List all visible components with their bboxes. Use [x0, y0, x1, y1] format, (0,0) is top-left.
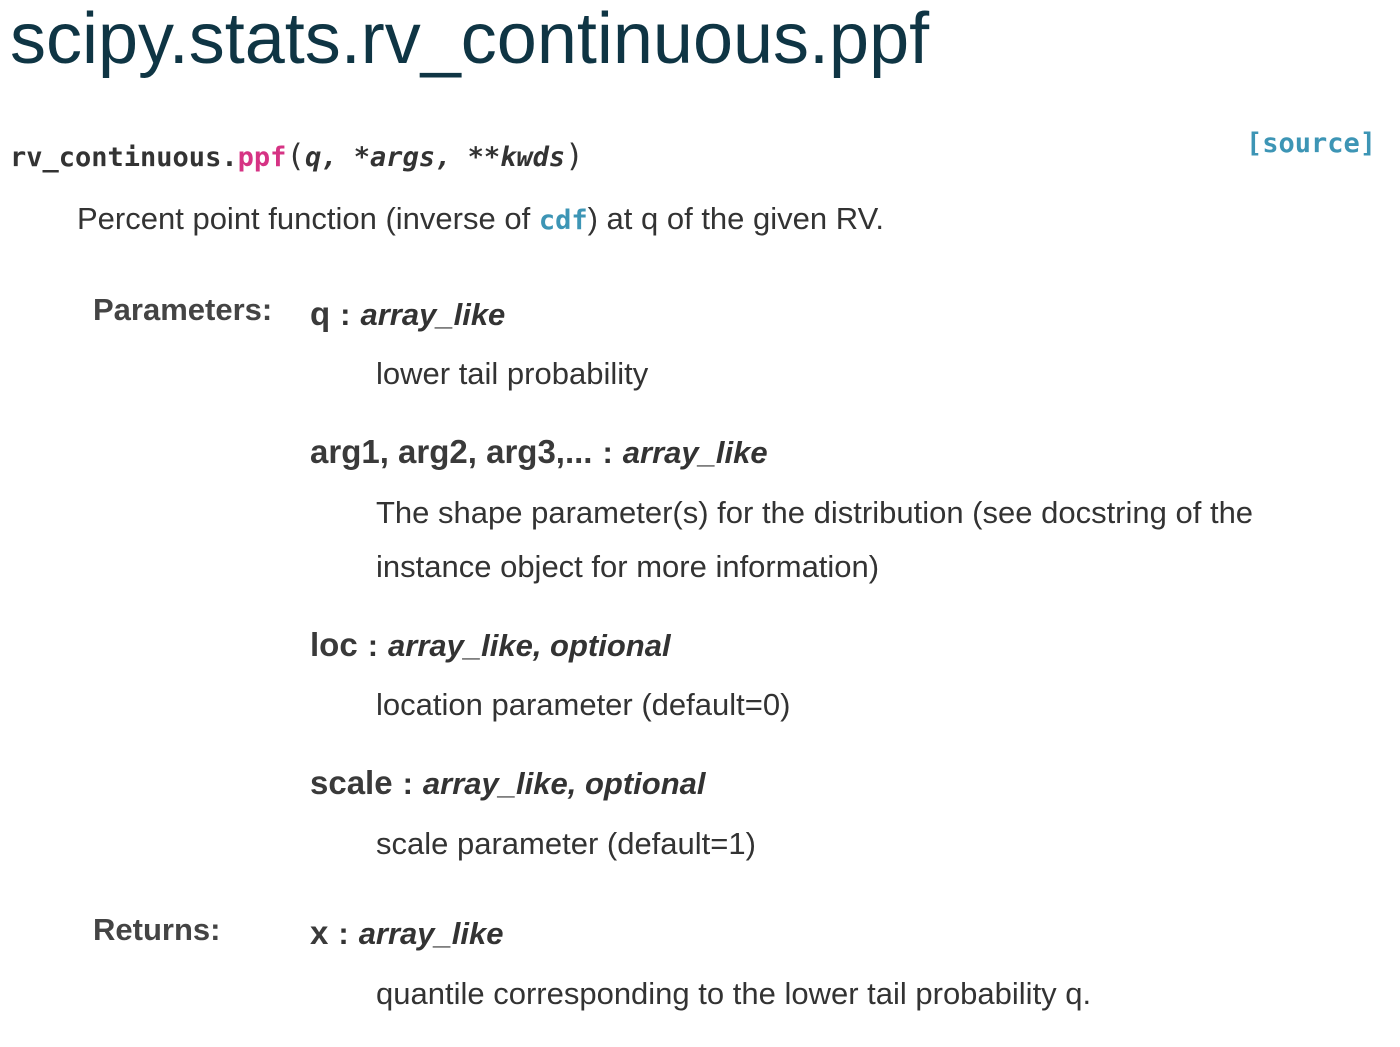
- function-signature: rv_continuous.ppf(q, *args, **kwds): [10, 134, 584, 178]
- summary-before: Percent point function (inverse of: [77, 201, 539, 236]
- return-x-header: x: array_like: [310, 913, 504, 954]
- param-separator: :: [367, 628, 379, 663]
- param-separator: :: [402, 766, 413, 801]
- param-q-description: lower tail probability: [376, 356, 649, 391]
- param-type: array_like: [360, 297, 506, 332]
- summary-after: ) at q of the given RV.: [587, 201, 885, 236]
- param-separator: :: [340, 297, 351, 332]
- return-separator: :: [338, 916, 349, 951]
- returns-label: Returns:: [93, 912, 221, 947]
- param-scale-description: scale parameter (default=1): [376, 826, 756, 861]
- page-title: scipy.stats.rv_continuous.ppf: [10, 0, 930, 79]
- param-name: scale: [310, 764, 393, 801]
- param-type: array_like: [622, 435, 768, 470]
- signature-open-paren: (: [286, 138, 306, 174]
- param-name: q: [310, 295, 331, 332]
- param-scale-header: scale: array_like, optional: [310, 763, 705, 804]
- signature-method-name: ppf: [237, 142, 287, 173]
- param-separator: :: [602, 435, 613, 470]
- param-type: array_like, optional: [388, 628, 671, 663]
- cdf-link[interactable]: cdf: [539, 205, 588, 236]
- param-name: arg1, arg2, arg3,...: [310, 433, 593, 470]
- param-args-header: arg1, arg2, arg3,...: array_like: [310, 432, 768, 473]
- return-type: array_like: [358, 916, 504, 951]
- return-name: x: [310, 914, 329, 951]
- signature-params: q, *args, **kwds: [305, 142, 566, 173]
- param-args-description: The shape parameter(s) for the distribut…: [376, 495, 1254, 584]
- parameters-label: Parameters:: [93, 292, 273, 327]
- param-name: loc: [310, 626, 358, 663]
- signature-close-paren: ): [565, 138, 584, 174]
- param-q-header: q: array_like: [310, 294, 505, 335]
- return-x-description: quantile corresponding to the lower tail…: [376, 976, 1092, 1011]
- source-link[interactable]: [source]: [1246, 128, 1376, 159]
- param-loc-description: location parameter (default=0): [376, 687, 791, 722]
- signature-class-prefix: rv_continuous.: [10, 142, 238, 173]
- summary-text: Percent point function (inverse of cdf) …: [77, 198, 884, 242]
- param-type: array_like, optional: [422, 766, 706, 801]
- param-loc-header: loc: array_like, optional: [310, 625, 671, 666]
